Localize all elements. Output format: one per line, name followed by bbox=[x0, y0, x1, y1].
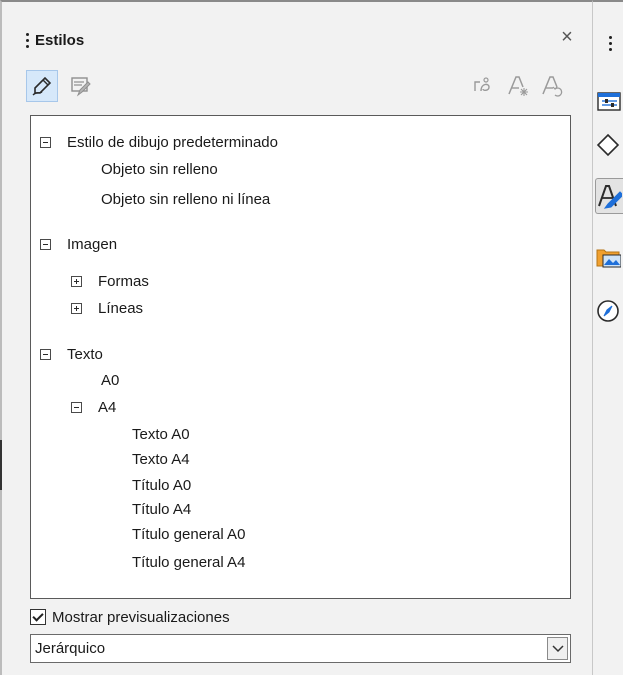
tree-item-texto-a4[interactable]: Texto A4 bbox=[132, 451, 190, 468]
tree-item-label: Estilo de dibujo predeterminado bbox=[67, 134, 278, 151]
tree-item-label: Título A0 bbox=[132, 477, 192, 494]
tree-item-label: Objeto sin relleno bbox=[101, 161, 218, 178]
styles-icon bbox=[598, 185, 622, 209]
tree-item-label: A0 bbox=[101, 372, 120, 389]
tree-item-titulo-general-a4[interactable]: Título general A4 bbox=[132, 554, 245, 571]
tree-item-imagen[interactable]: Imagen bbox=[40, 236, 117, 253]
new-style-button[interactable] bbox=[502, 70, 534, 102]
tree-item-lineas[interactable]: Líneas bbox=[71, 300, 143, 317]
show-previews-label: Mostrar previsualizaciones bbox=[52, 608, 230, 626]
styles-toolbar bbox=[26, 70, 570, 106]
presentation-styles-icon bbox=[71, 77, 91, 97]
shapes-icon bbox=[596, 133, 620, 157]
navigator-icon bbox=[597, 300, 619, 322]
tree-item-no-fill[interactable]: Objeto sin relleno bbox=[101, 161, 218, 178]
tree-item-label: Líneas bbox=[98, 300, 144, 317]
tree-item-label: A4 bbox=[98, 399, 117, 416]
styles-tree[interactable]: Estilo de dibujo predeterminado Objeto s… bbox=[30, 115, 571, 599]
styles-panel: Estilos × Estilo de dibujo predeterminad… bbox=[0, 0, 592, 675]
tree-item-no-fill-no-line[interactable]: Objeto sin relleno ni línea bbox=[101, 191, 270, 208]
style-filter-select[interactable]: Jerárquico bbox=[30, 634, 571, 663]
drawing-styles-button[interactable] bbox=[26, 70, 58, 102]
tree-item-titulo-a4[interactable]: Título A4 bbox=[132, 501, 191, 518]
tree-item-a4[interactable]: A4 bbox=[71, 399, 116, 416]
deck-grip-icon[interactable] bbox=[609, 36, 612, 51]
tree-item-formas[interactable]: Formas bbox=[71, 273, 149, 290]
tree-item-label: Texto A4 bbox=[132, 451, 190, 468]
dropdown-button[interactable] bbox=[547, 637, 568, 660]
presentation-styles-button[interactable] bbox=[64, 70, 96, 102]
panel-title: Estilos bbox=[35, 31, 85, 49]
style-filter-value: Jerárquico bbox=[35, 640, 106, 657]
show-previews-checkbox[interactable] bbox=[30, 609, 46, 625]
tree-item-label: Texto bbox=[67, 346, 103, 363]
panel-header: Estilos × bbox=[14, 20, 582, 60]
chevron-down-icon bbox=[551, 644, 564, 652]
collapse-icon[interactable] bbox=[40, 239, 51, 250]
sidebar-deck bbox=[592, 0, 623, 675]
show-previews-row[interactable]: Mostrar previsualizaciones bbox=[30, 606, 230, 628]
collapse-icon[interactable] bbox=[71, 402, 82, 413]
gallery-icon bbox=[596, 249, 621, 268]
fill-format-mode-button[interactable] bbox=[466, 70, 498, 102]
tree-item-a0[interactable]: A0 bbox=[101, 372, 119, 389]
deck-navigator-button[interactable] bbox=[595, 294, 623, 328]
tree-item-label: Título general A4 bbox=[132, 554, 246, 571]
deck-styles-button[interactable] bbox=[595, 178, 623, 214]
tree-item-label: Texto A0 bbox=[132, 426, 190, 443]
fill-format-mode-icon bbox=[474, 77, 490, 92]
expand-icon[interactable] bbox=[71, 276, 82, 287]
deck-gallery-button[interactable] bbox=[595, 240, 623, 274]
expand-icon[interactable] bbox=[71, 303, 82, 314]
drawing-styles-icon bbox=[32, 76, 52, 96]
new-style-from-selection-icon bbox=[508, 76, 528, 96]
tree-item-texto[interactable]: Texto bbox=[40, 346, 103, 363]
deck-shapes-button[interactable] bbox=[595, 128, 623, 162]
tree-item-label: Imagen bbox=[67, 236, 118, 253]
tree-item-label: Título A4 bbox=[132, 501, 192, 518]
tree-item-default-style[interactable]: Estilo de dibujo predeterminado bbox=[40, 134, 278, 151]
deck-properties-button[interactable] bbox=[595, 84, 623, 118]
tree-item-titulo-a0[interactable]: Título A0 bbox=[132, 477, 191, 494]
tree-item-label: Título general A0 bbox=[132, 526, 246, 543]
close-icon[interactable]: × bbox=[556, 26, 578, 48]
tree-item-label: Objeto sin relleno ni línea bbox=[101, 191, 271, 208]
window-edge bbox=[0, 440, 2, 490]
update-style-icon bbox=[542, 76, 563, 97]
collapse-icon[interactable] bbox=[40, 137, 51, 148]
collapse-icon[interactable] bbox=[40, 349, 51, 360]
tree-item-titulo-general-a0[interactable]: Título general A0 bbox=[132, 526, 245, 543]
panel-grip-icon[interactable] bbox=[26, 32, 29, 48]
properties-icon bbox=[597, 92, 621, 111]
update-style-button[interactable] bbox=[536, 70, 568, 102]
tree-item-label: Formas bbox=[98, 273, 149, 290]
tree-item-texto-a0[interactable]: Texto A0 bbox=[132, 426, 190, 443]
